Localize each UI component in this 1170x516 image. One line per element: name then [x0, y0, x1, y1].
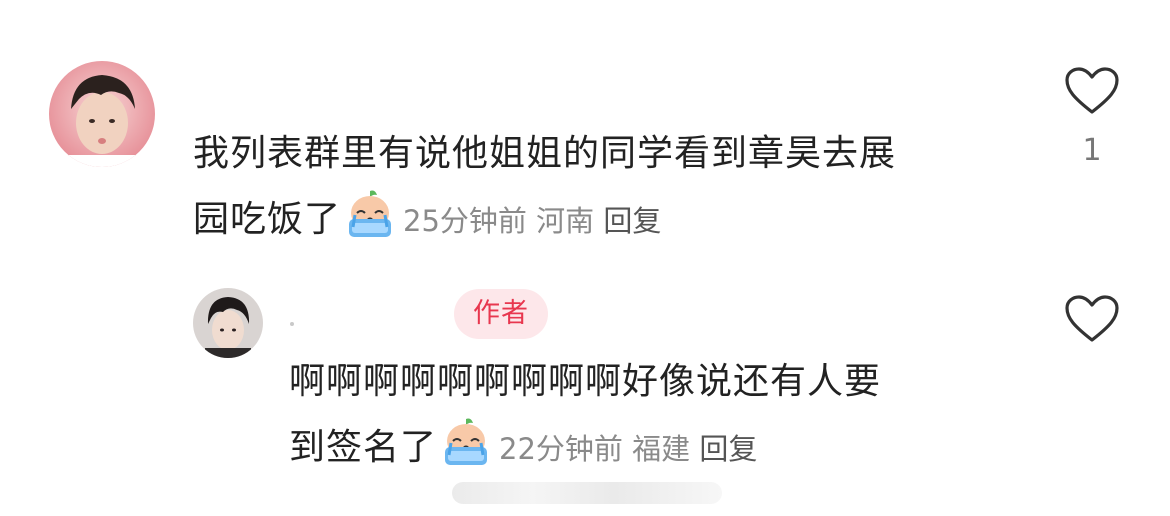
- author-avatar-icon: [193, 288, 263, 358]
- reply-location: 福建: [632, 432, 691, 466]
- reply-button[interactable]: 回复: [699, 432, 757, 466]
- reply-text-line: 啊啊啊啊啊啊啊啊啊好像说还有人要: [289, 361, 882, 402]
- like-count: 1: [1082, 133, 1102, 168]
- username-placeholder: [290, 322, 294, 326]
- reply-button[interactable]: 回复: [603, 204, 661, 238]
- comment-location: 河南: [536, 204, 595, 238]
- user-avatar[interactable]: [49, 61, 155, 167]
- comment-body: 我列表群里有说他姐姐的同学看到章昊去展 园吃饭了 25分钟前 河南 回复: [193, 121, 1033, 254]
- reply-text-line: 到签名了 22分钟前 福建 回复: [289, 415, 1029, 482]
- comment-text-line: 我列表群里有说他姐姐的同学看到章昊去展: [193, 133, 897, 174]
- comment-text-continuation: 园吃饭了: [193, 199, 342, 240]
- like-button[interactable]: [1064, 66, 1120, 116]
- comment-meta: 25分钟前 河南 回复: [403, 204, 661, 238]
- reply-body: 啊啊啊啊啊啊啊啊啊好像说还有人要 到签名了 22分钟前 福建 回复: [289, 349, 1029, 482]
- heart-icon: [1065, 295, 1119, 342]
- expand-replies-placeholder: [452, 482, 722, 504]
- reply-text-continuation: 到签名了: [289, 427, 438, 468]
- like-button[interactable]: [1064, 294, 1120, 344]
- crying-sticker-icon: [343, 187, 397, 241]
- author-avatar[interactable]: [193, 288, 263, 358]
- user-avatar-icon: [49, 61, 155, 167]
- heart-icon: [1065, 67, 1119, 114]
- reply-time: 22分钟前: [499, 432, 623, 466]
- author-badge: 作者: [454, 289, 548, 339]
- comment-text-line: 园吃饭了 25分钟前 河南 回复: [193, 187, 1033, 254]
- comment-time: 25分钟前: [403, 204, 527, 238]
- reply-meta: 22分钟前 福建 回复: [499, 432, 757, 466]
- crying-sticker-icon: [439, 415, 493, 469]
